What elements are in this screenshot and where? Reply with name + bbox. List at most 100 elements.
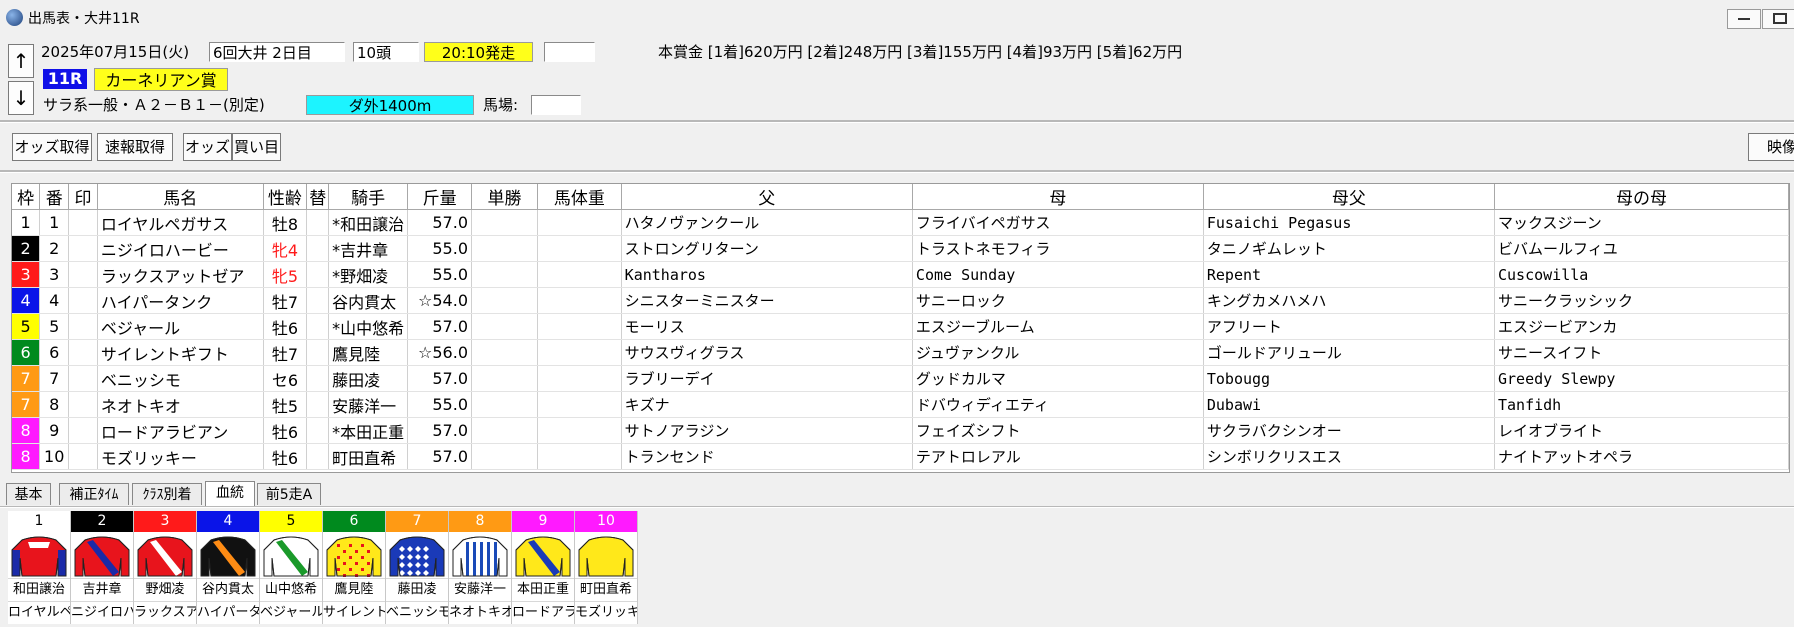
col-header-horse[interactable]: 馬名: [97, 184, 264, 210]
table-row[interactable]: 1 1 ロイヤルペガサス 牡8 *和田譲治 57.0 ハタノヴァンクール フライバイペガサス F…: [12, 209, 1789, 236]
race-name-badge: カーネリアン賞: [94, 68, 228, 91]
table-row[interactable]: 4 4 ハイパータンク 牡7 谷内貫太 ☆54.0 シニスターミニスター サニーロック キングカ…: [12, 287, 1789, 314]
col-header-granddam[interactable]: 母の母: [1494, 184, 1789, 210]
cell-body: [537, 287, 622, 314]
cell-dam: サニーロック: [912, 287, 1204, 314]
col-header-odds[interactable]: 単勝: [471, 184, 539, 210]
cell-horse: ハイパータンク: [97, 287, 264, 314]
cell-weight: ☆56.0: [407, 339, 472, 366]
cell-odds: [471, 391, 539, 418]
cell-sexage: 牡7: [263, 339, 308, 366]
table-row[interactable]: 5 5 ベジャール 牡6 *山中悠希 57.0 モーリス エスジーブルーム アフリート エスジービ…: [12, 313, 1789, 340]
col-header-change[interactable]: 替: [306, 184, 330, 210]
minimize-button[interactable]: [1727, 9, 1761, 29]
cell-mark: [68, 209, 98, 236]
silk-card[interactable]: 1 和田譲治 ロイヤルペ: [8, 511, 71, 624]
cell-body: [537, 391, 622, 418]
results-fetch-button[interactable]: 速報取得: [97, 133, 173, 161]
frame-badge: 4: [12, 288, 39, 313]
meeting-field[interactable]: 6回大井 2日目: [209, 42, 345, 62]
cell-frame: 8: [12, 443, 41, 470]
silk-number: 10: [575, 511, 637, 532]
odds-button[interactable]: オッズ: [183, 133, 232, 161]
silk-card[interactable]: 2 吉井章 ニジイロハ: [71, 511, 134, 624]
tab-adjusted-time[interactable]: 補正ﾀｲﾑ: [59, 483, 129, 505]
table-row[interactable]: 8 10 モズリッキー 牡6 町田直希 57.0 トランセンド テアトロレアル シンボリクリスエ…: [12, 443, 1789, 470]
table-row[interactable]: 3 3 ラックスアットゼア 牝5 *野畑凌 55.0 Kantharos Come Sunda…: [12, 261, 1789, 288]
col-header-jockey[interactable]: 騎手: [328, 184, 409, 210]
col-header-mark[interactable]: 印: [68, 184, 98, 210]
cell-jockey: *和田譲治: [328, 209, 409, 236]
cell-horse: ベジャール: [97, 313, 264, 340]
cell-dam: フライバイペガサス: [912, 209, 1204, 236]
prev-race-button[interactable]: ↑: [8, 44, 34, 78]
silk-card[interactable]: 10 町田直希 モズリッキ: [575, 511, 638, 624]
cell-num: 2: [39, 235, 70, 262]
silk-card[interactable]: 3 野畑凌 ラックスア: [134, 511, 197, 624]
runners-field[interactable]: 10頭: [353, 42, 419, 62]
cell-body: [537, 365, 622, 392]
jockey-silk-icon: [71, 532, 133, 578]
col-header-sexage[interactable]: 性齢: [263, 184, 308, 210]
table-row[interactable]: 2 2 ニジイロハービー 牝4 *吉井章 55.0 ストロングリターン トラストネモフィラ タニ…: [12, 235, 1789, 262]
col-header-weight[interactable]: 斤量: [407, 184, 472, 210]
cell-mark: [68, 287, 98, 314]
cell-granddam: ナイトアットオペラ: [1494, 443, 1789, 470]
cell-damsire: ゴールドアリュール: [1203, 339, 1496, 366]
cell-change: [306, 339, 330, 366]
silk-jockey-name: 山中悠希: [260, 578, 322, 601]
entries-grid[interactable]: 枠番印馬名 性齢替騎手 斤量 単勝 馬体重父母母父 母の母 1 1 ロイヤルペガサス 牡8 *和田…: [11, 183, 1790, 473]
cell-dam: グッドカルマ: [912, 365, 1204, 392]
silk-horse-name: モズリッキ: [575, 601, 637, 624]
silk-card[interactable]: 9 本田正重 ロードアラ: [512, 511, 575, 624]
restore-button[interactable]: [1762, 9, 1794, 29]
col-header-dam[interactable]: 母: [912, 184, 1204, 210]
table-row[interactable]: 8 9 ロードアラビアン 牡6 *本田正重 57.0 サトノアラジン フェイズシフト サクラバク…: [12, 417, 1789, 444]
bets-button[interactable]: 買い目: [232, 133, 281, 161]
table-row[interactable]: 7 8 ネオトキオ 牡5 安藤洋一 55.0 キズナ ドバウィディエティ Dubawi Tanfi…: [12, 391, 1789, 418]
col-header-num[interactable]: 番: [39, 184, 70, 210]
tab-basic[interactable]: 基本: [6, 483, 51, 505]
race-number-badge: 11R: [43, 69, 87, 89]
col-header-sire[interactable]: 父: [621, 184, 913, 210]
silk-number: 3: [134, 511, 196, 532]
silk-card[interactable]: 5 山中悠希 ベジャール: [260, 511, 323, 624]
silk-card[interactable]: 6 鷹見陸 サイレント: [323, 511, 386, 624]
cell-jockey: 鷹見陸: [328, 339, 409, 366]
course-badge: ダ外1400m: [306, 95, 474, 115]
going-field[interactable]: [531, 95, 581, 115]
cell-num: 10: [39, 443, 70, 470]
cell-sire: ハタノヴァンクール: [621, 209, 913, 236]
cell-frame: 8: [12, 417, 41, 444]
col-header-frame[interactable]: 枠: [12, 184, 41, 210]
silk-jockey-name: 吉井章: [71, 578, 133, 601]
next-race-button[interactable]: ↓: [8, 81, 34, 115]
silk-number: 1: [8, 511, 70, 532]
cell-change: [306, 287, 330, 314]
silk-card[interactable]: 7 藤田凌 ベニッシモ: [386, 511, 449, 624]
silk-jockey-name: 安藤洋一: [449, 578, 511, 601]
extra-field[interactable]: [544, 42, 595, 62]
tab-class-results[interactable]: ｸﾗｽ別着: [132, 483, 202, 505]
table-row[interactable]: 6 6 サイレントギフト 牡7 鷹見陸 ☆56.0 サウスヴィグラス ジュヴァンクル ゴールドア…: [12, 339, 1789, 366]
silk-card[interactable]: 4 谷内貫太 ハイパータ: [197, 511, 260, 624]
cell-mark: [68, 261, 98, 288]
title-bar: 出馬表・大井11R: [0, 0, 1794, 34]
cell-dam: ジュヴァンクル: [912, 339, 1204, 366]
tab-last5[interactable]: 前5走A: [257, 483, 321, 505]
cell-change: [306, 261, 330, 288]
table-row[interactable]: 7 7 ベニッシモ セ6 藤田凌 57.0 ラブリーデイ グッドカルマ Tobougg Greed…: [12, 365, 1789, 392]
cell-granddam: Cuscowilla: [1494, 261, 1789, 288]
video-button[interactable]: 映像: [1748, 133, 1794, 161]
cell-num: 3: [39, 261, 70, 288]
cell-change: [306, 209, 330, 236]
cell-weight: 57.0: [407, 365, 472, 392]
col-header-damsire[interactable]: 母父: [1203, 184, 1496, 210]
odds-fetch-button[interactable]: オッズ取得: [12, 133, 92, 161]
silk-number: 2: [71, 511, 133, 532]
col-header-body[interactable]: 馬体重: [537, 184, 622, 210]
silk-card[interactable]: 8 安藤洋一 ネオトキオ: [449, 511, 512, 624]
cell-frame: 5: [12, 313, 41, 340]
cell-body: [537, 313, 622, 340]
tab-pedigree[interactable]: 血統: [205, 481, 255, 507]
